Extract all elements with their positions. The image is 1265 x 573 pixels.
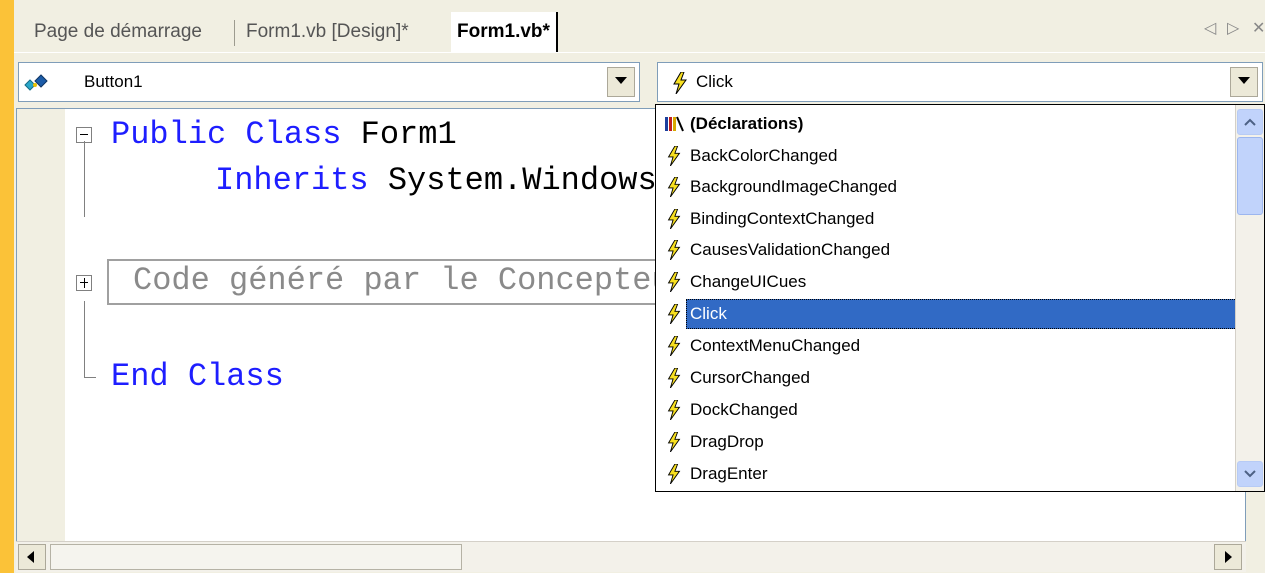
identifier: Form1 (341, 116, 457, 153)
tab-scroll-right-icon[interactable]: ▷ (1227, 18, 1239, 38)
event-lightning-icon (667, 209, 681, 229)
list-item-label: BackgroundImageChanged (690, 177, 897, 196)
method-name-value: Click (696, 72, 733, 91)
list-item-label: ContextMenuChanged (690, 336, 861, 355)
outline-end (84, 377, 96, 378)
list-item[interactable]: ContextMenuChanged (660, 331, 1234, 361)
scroll-thumb[interactable] (1237, 137, 1263, 215)
tab-separator (234, 20, 235, 46)
event-lightning-icon (667, 146, 681, 166)
event-lightning-icon (667, 368, 681, 388)
event-lightning-icon (667, 464, 681, 484)
event-lightning-icon (667, 240, 681, 260)
list-item[interactable]: BackColorChanged (660, 141, 1234, 171)
outline-line (84, 301, 85, 377)
declarations-icon (665, 116, 684, 132)
event-lightning-icon (667, 400, 681, 420)
list-item[interactable]: DockChanged (660, 395, 1234, 425)
scroll-thumb[interactable] (50, 544, 462, 570)
tab-start-page[interactable]: Page de démarrage (34, 12, 202, 52)
list-item[interactable]: ChangeUICues (660, 267, 1234, 297)
code-line-class: Public Class Form1 (111, 117, 457, 153)
list-item-label: (Déclarations) (690, 114, 804, 133)
list-item-label: DragDrop (690, 432, 764, 451)
component-icon (24, 74, 48, 91)
class-name-value: Button1 (84, 72, 143, 91)
event-lightning-icon (667, 336, 681, 356)
scroll-left-icon[interactable] (18, 544, 46, 570)
tab-form1-design[interactable]: Form1.vb [Design]* (246, 12, 409, 52)
expand-icon[interactable] (76, 275, 92, 291)
scroll-right-icon[interactable] (1214, 544, 1242, 570)
indicator-margin (17, 109, 65, 541)
event-lightning-icon (667, 177, 681, 197)
list-item[interactable]: CursorChanged (660, 363, 1234, 393)
class-name-combo[interactable]: Button1 (18, 62, 640, 102)
keyword: Public Class (111, 116, 342, 153)
close-icon[interactable]: ✕ (1252, 18, 1265, 38)
list-item-label: Click (686, 299, 1264, 329)
vertical-scrollbar[interactable] (1235, 105, 1264, 491)
tab-form1-code[interactable]: Form1.vb* (451, 12, 558, 52)
list-item[interactable]: DragEnter (660, 459, 1234, 489)
method-dropdown-list[interactable]: (Déclarations) BackColorChanged Backgrou… (655, 104, 1265, 492)
event-lightning-icon (667, 304, 681, 324)
code-line-end-class: End Class (111, 359, 284, 395)
event-lightning-icon (673, 72, 687, 94)
keyword: End Class (111, 358, 284, 395)
event-lightning-icon (667, 272, 681, 292)
list-item-label: CursorChanged (690, 368, 811, 387)
keyword: Inherits (215, 162, 369, 199)
horizontal-scrollbar[interactable] (16, 541, 1246, 572)
document-tab-strip: Page de démarrage Form1.vb [Design]* For… (14, 0, 1265, 53)
list-item[interactable]: DragDrop (660, 427, 1234, 457)
list-item-label: DragEnter (690, 464, 768, 483)
list-item-selected[interactable]: Click (660, 299, 1264, 329)
list-item-label: BackColorChanged (690, 146, 838, 165)
scroll-up-icon[interactable] (1237, 109, 1263, 135)
list-item[interactable]: BackgroundImageChanged (660, 172, 1234, 202)
list-item[interactable]: BindingContextChanged (660, 204, 1234, 234)
list-item[interactable]: CausesValidationChanged (660, 235, 1234, 265)
list-item-label: CausesValidationChanged (690, 240, 891, 259)
list-item[interactable]: (Déclarations) (660, 109, 1234, 139)
tab-scroll-left-icon[interactable]: ◁ (1204, 18, 1216, 38)
chevron-down-icon[interactable] (1230, 67, 1258, 97)
scroll-down-icon[interactable] (1237, 461, 1263, 487)
event-lightning-icon (667, 432, 681, 452)
chevron-down-icon[interactable] (607, 67, 635, 97)
list-item-label: DockChanged (690, 400, 798, 419)
list-item-label: BindingContextChanged (690, 209, 875, 228)
list-item-label: ChangeUICues (690, 272, 807, 291)
method-name-combo[interactable]: Click (657, 62, 1263, 102)
outline-line (84, 141, 85, 217)
